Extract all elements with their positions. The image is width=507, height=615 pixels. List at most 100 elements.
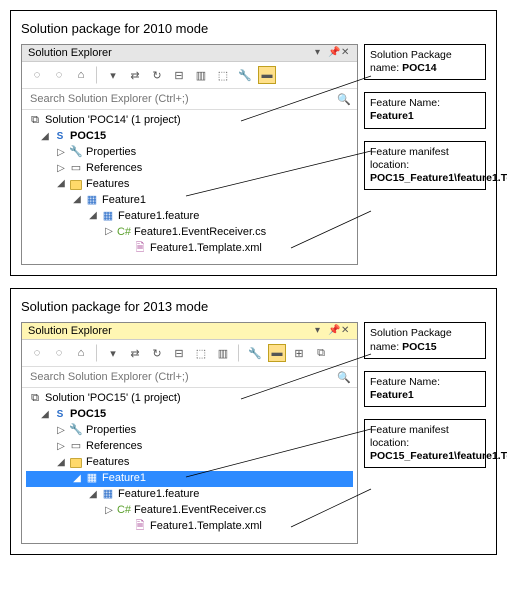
references-icon: ▭	[69, 163, 83, 175]
close-icon[interactable]: ✕	[341, 326, 351, 336]
group-icon[interactable]: ⧉	[312, 344, 330, 362]
feature-icon: ▦	[85, 195, 99, 207]
explorer-search[interactable]: 🔍	[22, 367, 357, 388]
project-node[interactable]: ◢ S POC15	[26, 129, 353, 145]
wrench-icon[interactable]: 🔧	[236, 66, 254, 84]
section-title: Solution package for 2010 mode	[21, 21, 486, 36]
collapse-icon[interactable]: ⊟	[170, 344, 188, 362]
search-icon[interactable]: 🔍	[337, 371, 351, 384]
project-node[interactable]: ◢ S POC15	[26, 407, 353, 423]
expand-icon[interactable]: ▷	[56, 424, 66, 439]
expand-icon[interactable]: ◢	[56, 456, 66, 471]
home-icon[interactable]: ⌂	[72, 66, 90, 84]
feature-file-icon: ▦	[101, 489, 115, 501]
showall-icon[interactable]: ⬚	[214, 66, 232, 84]
callout-solution: Solution Package name: POC14	[364, 44, 486, 80]
expand-icon[interactable]: ◢	[72, 472, 82, 487]
refresh-icon[interactable]: ↻	[148, 344, 166, 362]
feature-file-label: Feature1.feature	[118, 487, 199, 503]
template-xml-node[interactable]: 🗎 Feature1.Template.xml	[26, 519, 353, 535]
template-xml-node[interactable]: 🗎 Feature1.Template.xml	[26, 241, 353, 257]
event-receiver-label: Feature1.EventReceiver.cs	[134, 225, 266, 241]
refresh-icon[interactable]: ↻	[148, 66, 166, 84]
references-label: References	[86, 439, 142, 455]
home-icon[interactable]: ⌂	[72, 344, 90, 362]
expand-icon[interactable]: ◢	[40, 130, 50, 145]
explorer-search[interactable]: 🔍	[22, 89, 357, 110]
properties-icon[interactable]: ▥	[192, 66, 210, 84]
callout-value: POC15_Feature1\feature1.Template.xml	[370, 450, 507, 462]
expand-icon[interactable]: ◢	[56, 177, 66, 192]
expand-icon[interactable]: ▷	[104, 504, 114, 519]
properties-node[interactable]: ▷ 🔧 Properties	[26, 423, 353, 439]
features-folder-node[interactable]: ◢ Features	[26, 455, 353, 471]
expand-icon[interactable]: ▷	[56, 162, 66, 177]
search-input[interactable]	[28, 92, 288, 106]
expand-icon[interactable]: ◢	[40, 408, 50, 423]
nav-back-icon[interactable]: ◌	[28, 344, 46, 362]
project-label: POC15	[70, 129, 106, 145]
event-receiver-node[interactable]: ▷ C# Feature1.EventReceiver.cs	[26, 225, 353, 241]
scope-icon[interactable]: ▾	[104, 66, 122, 84]
wrench-icon[interactable]: 🔧	[246, 344, 264, 362]
expand-icon[interactable]: ▷	[56, 146, 66, 161]
solution-node[interactable]: ⧉ Solution 'POC14' (1 project)	[26, 113, 353, 129]
close-icon[interactable]: ✕	[341, 48, 351, 58]
features-folder-node[interactable]: ◢ Features	[26, 177, 353, 193]
window-menu-icon[interactable]: ▾	[315, 326, 325, 336]
collapse-icon[interactable]: ⊟	[170, 66, 188, 84]
properties-icon[interactable]: ▥	[214, 344, 232, 362]
nav-forward-icon[interactable]: ◌	[50, 344, 68, 362]
callout-value: POC15	[402, 341, 436, 353]
feature-file-icon: ▦	[101, 211, 115, 223]
preview-icon[interactable]: ▬	[268, 344, 286, 362]
feature-file-node[interactable]: ◢ ▦ Feature1.feature	[26, 487, 353, 503]
explorer-titlebar: Solution Explorer ▾ 📌 ✕	[22, 323, 357, 340]
expand-icon[interactable]: ◢	[88, 209, 98, 224]
csharp-file-icon: C#	[117, 227, 131, 239]
feature-node-selected[interactable]: ◢ ▦ Feature1	[26, 471, 353, 487]
solution-node[interactable]: ⧉ Solution 'POC15' (1 project)	[26, 391, 353, 407]
template-xml-label: Feature1.Template.xml	[150, 519, 262, 535]
toolbar-separator	[96, 66, 98, 84]
feature-label: Feature1	[102, 193, 146, 209]
callout-manifest: Feature manifest location: POC15_Feature…	[364, 141, 486, 190]
folder-icon	[69, 457, 83, 469]
window-menu-icon[interactable]: ▾	[315, 48, 325, 58]
package-icon[interactable]: ⊞	[290, 344, 308, 362]
event-receiver-node[interactable]: ▷ C# Feature1.EventReceiver.cs	[26, 503, 353, 519]
event-receiver-label: Feature1.EventReceiver.cs	[134, 503, 266, 519]
solution-label: Solution 'POC14' (1 project)	[45, 113, 181, 129]
callout-label: Feature manifest location:	[370, 424, 449, 449]
properties-label: Properties	[86, 145, 136, 161]
search-icon[interactable]: 🔍	[337, 93, 351, 106]
explorer-titlebar: Solution Explorer ▾ 📌 ✕	[22, 45, 357, 62]
expand-icon[interactable]: ▷	[56, 440, 66, 455]
pin-icon[interactable]: 📌	[328, 326, 338, 336]
callout-solution: Solution Package name: POC15	[364, 322, 486, 358]
callout-label: Feature manifest location:	[370, 146, 449, 171]
search-input[interactable]	[28, 370, 288, 384]
properties-node[interactable]: ▷ 🔧 Properties	[26, 145, 353, 161]
scope-icon[interactable]: ▾	[104, 344, 122, 362]
callout-label: Feature Name:	[370, 97, 440, 109]
solution-label: Solution 'POC15' (1 project)	[45, 391, 181, 407]
references-node[interactable]: ▷ ▭ References	[26, 161, 353, 177]
nav-back-icon[interactable]: ◌	[28, 66, 46, 84]
features-label: Features	[86, 177, 129, 193]
wrench-icon: 🔧	[69, 147, 83, 159]
preview-icon[interactable]: ▬	[258, 66, 276, 84]
showall-icon[interactable]: ⬚	[192, 344, 210, 362]
feature-file-node[interactable]: ◢ ▦ Feature1.feature	[26, 209, 353, 225]
pin-icon[interactable]: 📌	[328, 48, 338, 58]
sync-icon[interactable]: ⇄	[126, 344, 144, 362]
references-node[interactable]: ▷ ▭ References	[26, 439, 353, 455]
feature-node[interactable]: ◢ ▦ Feature1	[26, 193, 353, 209]
callout-value: Feature1	[370, 389, 414, 401]
callout-value: Feature1	[370, 110, 414, 122]
sync-icon[interactable]: ⇄	[126, 66, 144, 84]
expand-icon[interactable]: ◢	[88, 488, 98, 503]
expand-icon[interactable]: ▷	[104, 225, 114, 240]
expand-icon[interactable]: ◢	[72, 193, 82, 208]
nav-forward-icon[interactable]: ◌	[50, 66, 68, 84]
